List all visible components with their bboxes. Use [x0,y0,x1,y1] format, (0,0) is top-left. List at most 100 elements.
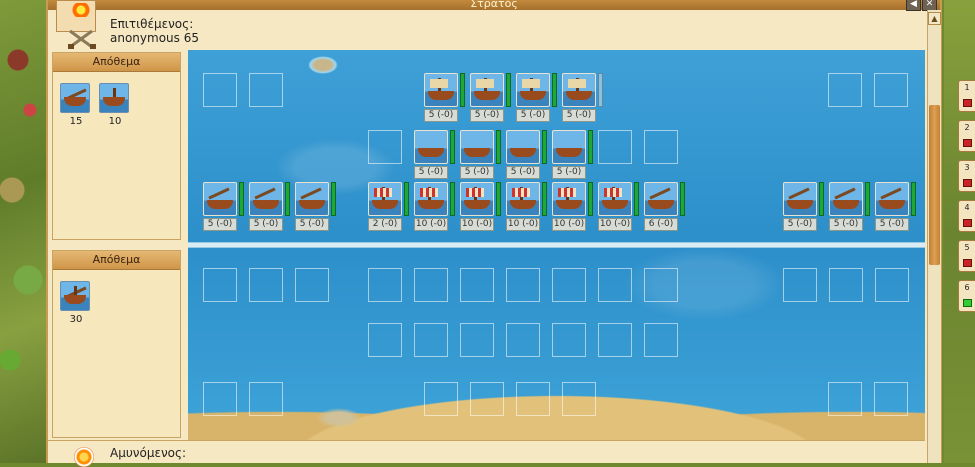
empty-slot[interactable] [424,382,458,416]
empty-slot[interactable] [598,323,632,357]
boat-icon [460,130,494,164]
empty-slot[interactable] [828,73,862,107]
army-unit[interactable]: 5 (-0) [414,130,458,180]
unit-count: 5 (-0) [460,166,494,179]
army-unit[interactable]: 5 (-0) [516,73,560,123]
scroll-up-button[interactable]: ▲ [928,12,941,25]
tab-number: 5 [964,243,970,252]
empty-slot[interactable] [368,130,402,164]
scroll-thumb[interactable] [929,105,940,265]
attacker-stock-title: Απόθεμα [53,53,180,72]
empty-slot[interactable] [552,268,586,302]
army-unit[interactable]: 5 (-0) [249,182,293,232]
defender-label: Αμυνόμενος: [110,446,187,460]
crossed-swords-icon [68,29,96,49]
empty-slot[interactable] [203,382,237,416]
empty-slot[interactable] [552,323,586,357]
empty-slot[interactable] [203,268,237,302]
rock-decoration [316,408,362,428]
army-unit[interactable]: 5 (-0) [203,182,247,232]
army-unit[interactable]: 5 (-0) [506,130,550,180]
unit-count: 2 (-0) [368,218,402,231]
empty-slot[interactable] [598,130,632,164]
army-unit[interactable]: 10 (-0) [506,182,550,232]
health-bar [819,182,824,216]
army-unit[interactable]: 5 (-0) [829,182,873,232]
beach-decoration [188,370,925,440]
unit-count: 5 (-0) [414,166,448,179]
empty-slot[interactable] [644,130,678,164]
warship-icon [414,182,448,216]
empty-slot[interactable] [644,268,678,302]
side-tab[interactable]: 5 [958,240,975,272]
army-unit[interactable]: 5 (-0) [552,130,596,180]
vertical-scrollbar[interactable]: ▲ [927,10,941,463]
army-unit[interactable]: 2 (-0) [368,182,412,232]
army-unit[interactable]: 10 (-0) [414,182,458,232]
army-unit[interactable]: 10 (-0) [552,182,596,232]
catapult-ship-icon [249,182,283,216]
side-tab[interactable]: 3 [958,160,975,192]
side-tab[interactable]: 4 [958,200,975,232]
army-unit[interactable]: 5 (-0) [295,182,339,232]
side-tab[interactable]: 2 [958,120,975,152]
defender-stock-panel: Απόθεμα 30 [52,250,181,438]
health-bar [588,182,593,216]
empty-slot[interactable] [829,268,863,302]
empty-slot[interactable] [249,382,283,416]
empty-slot[interactable] [875,268,909,302]
empty-slot[interactable] [562,382,596,416]
empty-slot[interactable] [598,268,632,302]
catapult-ship-icon [875,182,909,216]
stock-unit[interactable]: 15 [60,83,92,127]
empty-slot[interactable] [460,268,494,302]
stock-unit[interactable]: 10 [99,83,131,127]
health-bar [331,182,336,216]
empty-slot[interactable] [874,382,908,416]
empty-slot[interactable] [203,73,237,107]
empty-slot[interactable] [644,323,678,357]
empty-slot[interactable] [368,268,402,302]
empty-slot[interactable] [368,323,402,357]
empty-slot[interactable] [516,382,550,416]
health-bar [285,182,290,216]
army-unit[interactable]: 6 (-0) [644,182,688,232]
empty-slot[interactable] [783,268,817,302]
unit-count: 10 (-0) [506,218,540,231]
army-unit[interactable]: 5 (-0) [783,182,827,232]
army-unit[interactable]: 10 (-0) [598,182,642,232]
empty-slot[interactable] [828,382,862,416]
army-unit[interactable]: 5 (-0) [470,73,514,123]
health-bar [450,130,455,164]
catapult-ship-icon [783,182,817,216]
window-title: Στρατός [470,0,518,10]
side-tab[interactable]: 1 [958,80,975,112]
empty-slot[interactable] [414,323,448,357]
stock-count: 10 [108,116,122,127]
side-tab[interactable]: 6 [958,280,975,312]
empty-slot[interactable] [295,268,329,302]
empty-slot[interactable] [874,73,908,107]
army-unit[interactable]: 5 (-0) [875,182,919,232]
empty-slot[interactable] [249,73,283,107]
health-bar [450,182,455,216]
empty-slot[interactable] [414,268,448,302]
galley-icon [562,73,596,107]
empty-slot[interactable] [506,268,540,302]
empty-slot[interactable] [249,268,283,302]
attacker-header: Επιτιθέμενος: anonymous 65 [48,0,925,49]
empty-slot[interactable] [506,323,540,357]
defender-stock-title: Απόθεμα [53,251,180,270]
unit-count: 5 (-0) [424,109,458,122]
warship-icon [552,182,586,216]
army-unit[interactable]: 10 (-0) [460,182,504,232]
health-bar [634,182,639,216]
empty-slot[interactable] [460,323,494,357]
stock-unit[interactable]: 30 [60,281,92,325]
empty-slot[interactable] [470,382,504,416]
health-bar [542,130,547,164]
army-unit[interactable]: 5 (-0) [562,73,606,123]
boat-icon [414,130,448,164]
army-unit[interactable]: 5 (-0) [460,130,504,180]
army-unit[interactable]: 5 (-0) [424,73,468,123]
